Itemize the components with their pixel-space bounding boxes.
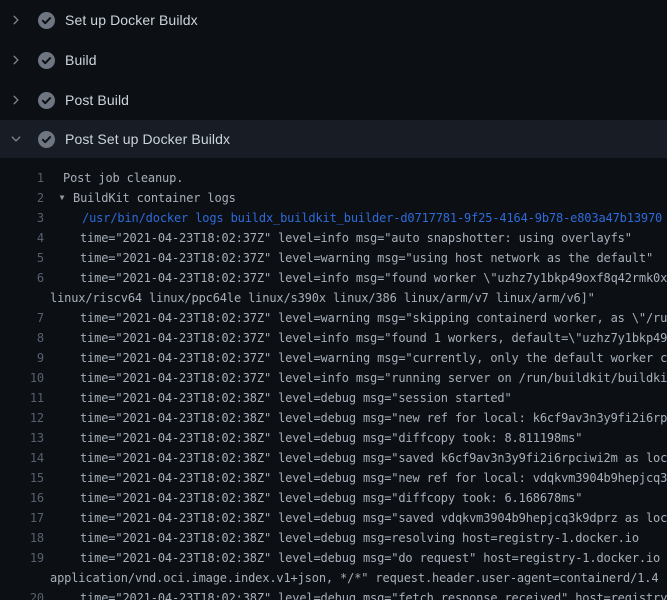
line-number: 8 xyxy=(0,328,44,348)
step-label: Post Build xyxy=(65,92,129,108)
line-number: 20 xyxy=(0,588,44,600)
line-number: 18 xyxy=(0,528,44,548)
line-number: 19 xyxy=(0,548,44,568)
log-line: 8 time="2021-04-23T18:02:37Z" level=info… xyxy=(0,328,667,348)
line-text: time="2021-04-23T18:02:38Z" level=debug … xyxy=(80,428,582,448)
line-number: 12 xyxy=(0,408,44,428)
chevron-icon xyxy=(10,133,22,145)
line-text: time="2021-04-23T18:02:37Z" level=warnin… xyxy=(80,308,667,328)
line-text: time="2021-04-23T18:02:38Z" level=debug … xyxy=(80,508,667,528)
log-line: 1 Post job cleanup. xyxy=(0,168,667,188)
line-number: 4 xyxy=(0,228,44,248)
log-line: 11 time="2021-04-23T18:02:38Z" level=deb… xyxy=(0,388,667,408)
workflow-log-viewer: Set up Docker Buildx Build Post Build xyxy=(0,0,667,600)
step-row-build[interactable]: Build xyxy=(0,40,667,80)
line-text: time="2021-04-23T18:02:37Z" level=warnin… xyxy=(80,248,653,268)
log-line: 16 time="2021-04-23T18:02:38Z" level=deb… xyxy=(0,488,667,508)
log-group-toggle[interactable]: 2 ▼ BuildKit container logs xyxy=(0,188,667,208)
step-label: Post Set up Docker Buildx xyxy=(65,131,230,147)
log-line: application/vnd.oci.image.index.v1+json,… xyxy=(0,568,667,588)
line-text: time="2021-04-23T18:02:37Z" level=info m… xyxy=(80,268,667,288)
log-line: 13 time="2021-04-23T18:02:38Z" level=deb… xyxy=(0,428,667,448)
line-text: time="2021-04-23T18:02:37Z" level=info m… xyxy=(80,228,632,248)
log-line: 5 time="2021-04-23T18:02:37Z" level=warn… xyxy=(0,248,667,268)
line-number: 13 xyxy=(0,428,44,448)
line-number: 5 xyxy=(0,248,44,268)
line-text: time="2021-04-23T18:02:37Z" level=info m… xyxy=(80,368,667,388)
check-circle-icon xyxy=(38,92,55,109)
log-line: linux/riscv64 linux/ppc64le linux/s390x … xyxy=(0,288,667,308)
line-text: time="2021-04-23T18:02:38Z" level=debug … xyxy=(80,588,667,600)
line-text: time="2021-04-23T18:02:38Z" level=debug … xyxy=(80,488,582,508)
line-text: time="2021-04-23T18:02:37Z" level=info m… xyxy=(80,328,667,348)
line-text: BuildKit container logs xyxy=(73,188,236,208)
line-number: 6 xyxy=(0,268,44,288)
log-line: 10 time="2021-04-23T18:02:37Z" level=inf… xyxy=(0,368,667,388)
step-row-post-build[interactable]: Post Build xyxy=(0,80,667,120)
line-number: 3 xyxy=(0,208,44,228)
line-number: 7 xyxy=(0,308,44,328)
line-number: 14 xyxy=(0,448,44,468)
chevron-icon xyxy=(10,14,22,26)
log-output[interactable]: 1 Post job cleanup. 2 ▼ BuildKit containe… xyxy=(0,158,667,600)
steps-list: Set up Docker Buildx Build Post Build xyxy=(0,0,667,158)
line-text: time="2021-04-23T18:02:38Z" level=debug … xyxy=(80,388,512,408)
line-number: 17 xyxy=(0,508,44,528)
line-number: 2 xyxy=(0,188,44,208)
line-text: /usr/bin/docker logs buildx_buildkit_bui… xyxy=(82,208,662,228)
log-line: 20 time="2021-04-23T18:02:38Z" level=deb… xyxy=(0,588,667,600)
line-number: 11 xyxy=(0,388,44,408)
line-number: 9 xyxy=(0,348,44,368)
step-row-set-up-docker-buildx[interactable]: Set up Docker Buildx xyxy=(0,0,667,40)
log-line-command: 3 /usr/bin/docker logs buildx_buildkit_b… xyxy=(0,208,667,228)
line-number: 16 xyxy=(0,488,44,508)
check-circle-icon xyxy=(38,12,55,29)
line-text: time="2021-04-23T18:02:38Z" level=debug … xyxy=(80,448,667,468)
line-text: time="2021-04-23T18:02:38Z" level=debug … xyxy=(80,468,667,488)
line-text: application/vnd.oci.image.index.v1+json,… xyxy=(50,568,658,588)
chevron-icon xyxy=(10,94,22,106)
step-label: Build xyxy=(65,52,97,68)
log-line: 6 time="2021-04-23T18:02:37Z" level=info… xyxy=(0,268,667,288)
check-circle-icon xyxy=(38,131,55,148)
log-line: 12 time="2021-04-23T18:02:38Z" level=deb… xyxy=(0,408,667,428)
line-text: time="2021-04-23T18:02:38Z" level=debug … xyxy=(80,548,667,568)
step-label: Set up Docker Buildx xyxy=(65,12,198,28)
chevron-icon xyxy=(10,54,22,66)
line-text: time="2021-04-23T18:02:38Z" level=debug … xyxy=(80,528,639,548)
log-line: 9 time="2021-04-23T18:02:37Z" level=warn… xyxy=(0,348,667,368)
log-line: 14 time="2021-04-23T18:02:38Z" level=deb… xyxy=(0,448,667,468)
log-line: 7 time="2021-04-23T18:02:37Z" level=warn… xyxy=(0,308,667,328)
log-line: 18 time="2021-04-23T18:02:38Z" level=deb… xyxy=(0,528,667,548)
line-text: Post job cleanup. xyxy=(63,168,183,188)
log-line: 4 time="2021-04-23T18:02:37Z" level=info… xyxy=(0,228,667,248)
check-circle-icon xyxy=(38,52,55,69)
step-row-post-set-up-docker-buildx[interactable]: Post Set up Docker Buildx xyxy=(0,120,667,158)
line-text: time="2021-04-23T18:02:37Z" level=warnin… xyxy=(80,348,667,368)
triangle-down-icon: ▼ xyxy=(57,188,67,208)
line-text: linux/riscv64 linux/ppc64le linux/s390x … xyxy=(50,288,595,308)
line-number: 10 xyxy=(0,368,44,388)
line-number: 1 xyxy=(0,168,44,188)
log-line: 17 time="2021-04-23T18:02:38Z" level=deb… xyxy=(0,508,667,528)
log-line: 15 time="2021-04-23T18:02:38Z" level=deb… xyxy=(0,468,667,488)
line-number: 15 xyxy=(0,468,44,488)
line-text: time="2021-04-23T18:02:38Z" level=debug … xyxy=(80,408,667,428)
log-line: 19 time="2021-04-23T18:02:38Z" level=deb… xyxy=(0,548,667,568)
